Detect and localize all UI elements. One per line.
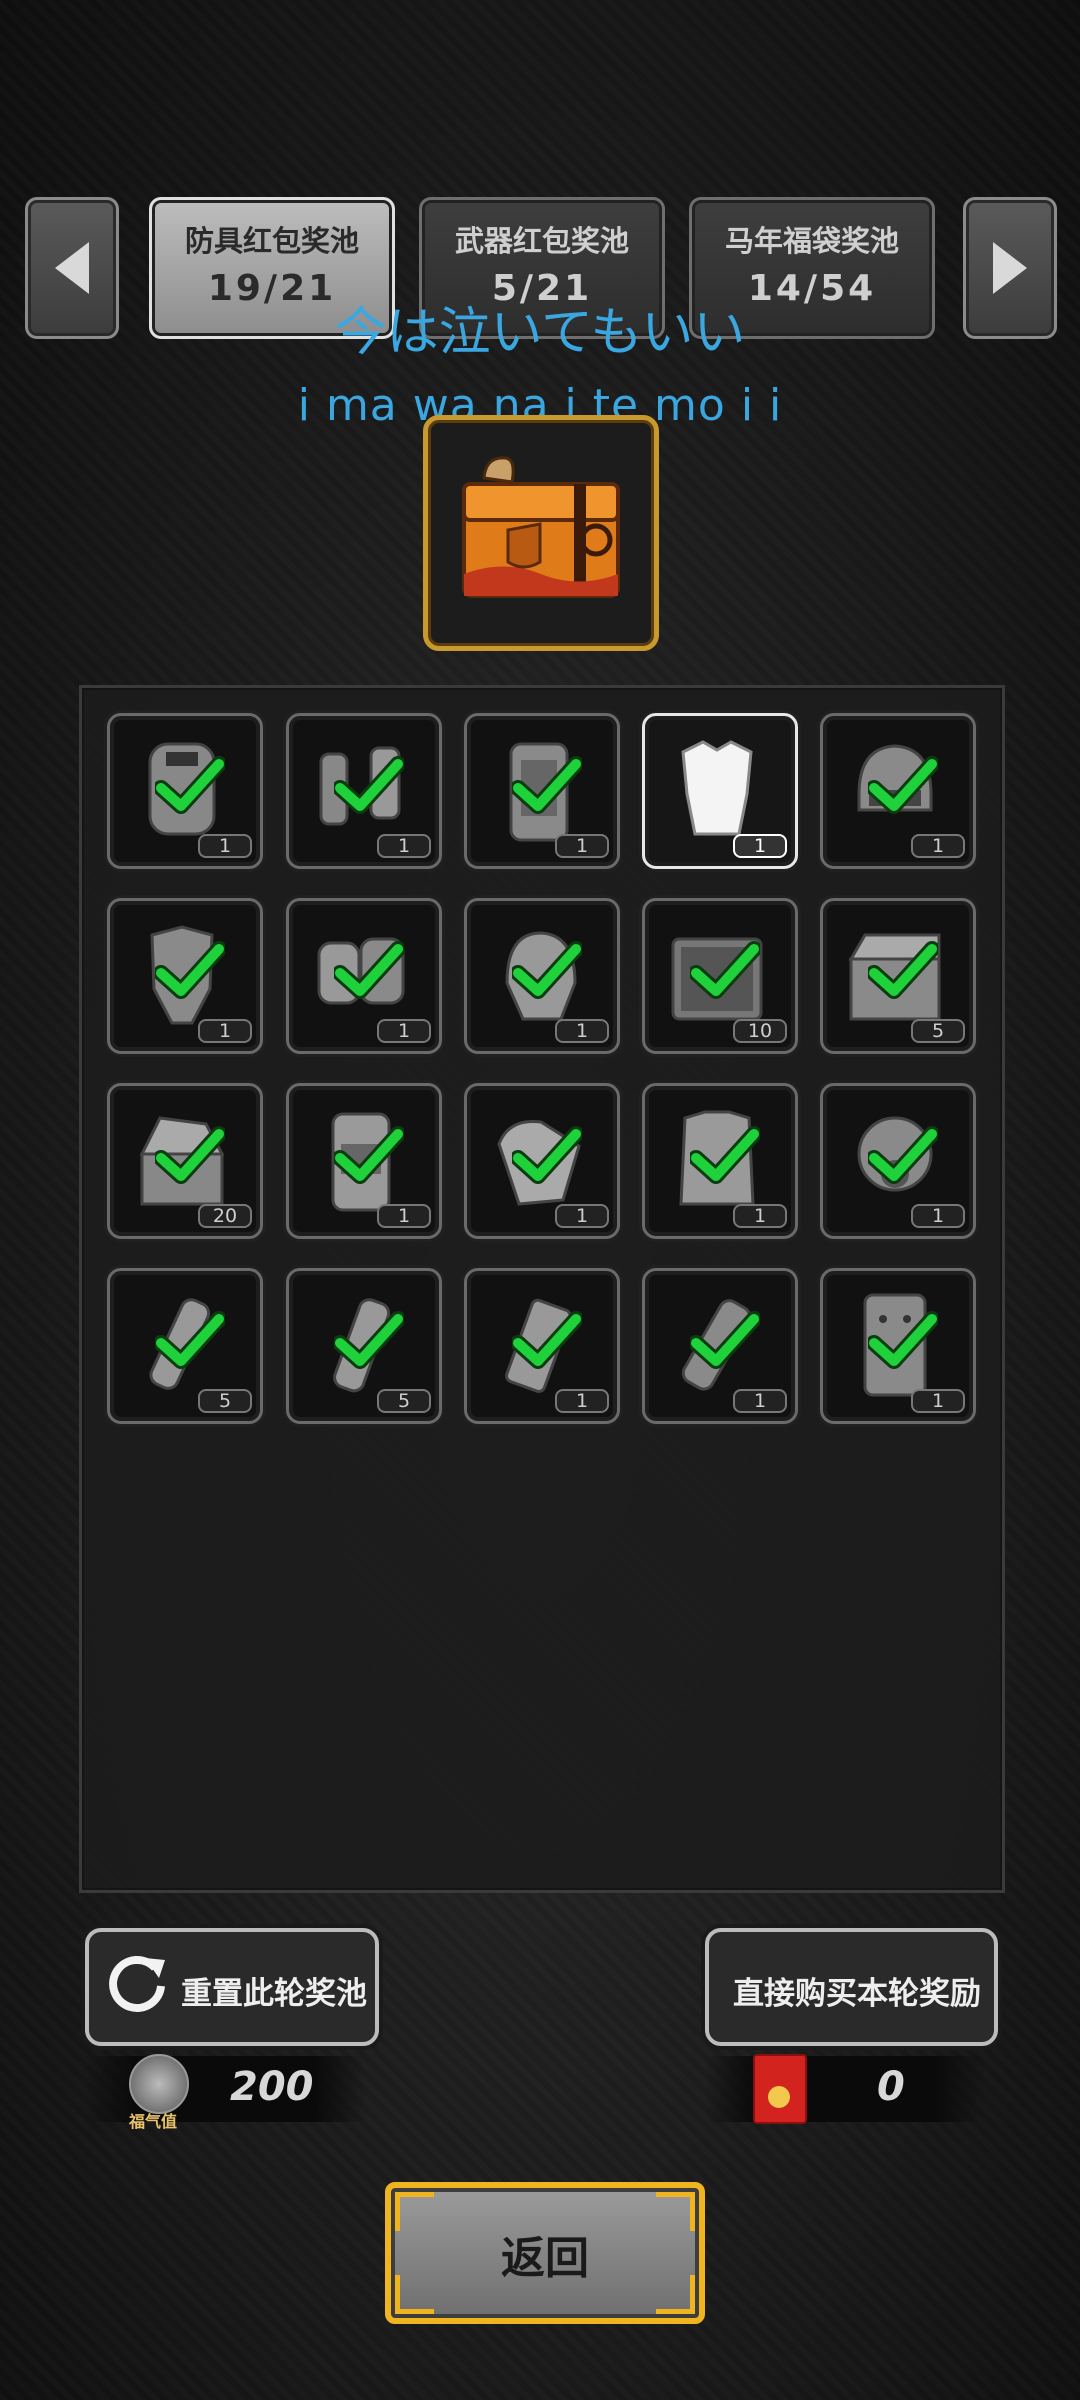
check-mark-icon	[334, 1311, 404, 1369]
reward-slot[interactable]: 1	[107, 713, 263, 869]
luck-coin-icon	[129, 2054, 189, 2114]
item-count: 10	[733, 1019, 787, 1043]
item-count: 1	[911, 1204, 965, 1228]
item-count: 5	[198, 1389, 252, 1413]
check-mark-icon	[512, 941, 582, 999]
body-armor-icon	[681, 740, 753, 836]
check-mark-icon	[334, 756, 404, 814]
item-count: 5	[911, 1019, 965, 1043]
item-count: 1	[377, 1204, 431, 1228]
check-mark-icon	[512, 1126, 582, 1184]
reset-pool-button[interactable]: 重置此轮奖池	[85, 1928, 379, 2046]
reward-slot[interactable]: 1	[642, 1268, 798, 1424]
reward-slot[interactable]: 1	[107, 898, 263, 1054]
treasure-chest-icon	[462, 456, 620, 598]
check-mark-icon	[155, 1126, 225, 1184]
item-count: 1	[555, 834, 609, 858]
item-count: 1	[911, 834, 965, 858]
reward-slot[interactable]: 1	[286, 1083, 442, 1239]
back-button[interactable]: 返回	[385, 2182, 705, 2324]
check-mark-icon	[512, 756, 582, 814]
check-mark-icon	[512, 1311, 582, 1369]
check-mark-icon	[868, 941, 938, 999]
item-count: 1	[198, 1019, 252, 1043]
check-mark-icon	[334, 941, 404, 999]
left-arrow-icon	[55, 242, 89, 294]
item-count: 1	[911, 1389, 965, 1413]
check-mark-icon	[868, 756, 938, 814]
item-count: 1	[198, 834, 252, 858]
reward-slot[interactable]: 1	[820, 1083, 976, 1239]
check-mark-icon	[868, 1126, 938, 1184]
right-arrow-icon	[993, 242, 1027, 294]
item-count: 1	[555, 1019, 609, 1043]
reward-slot[interactable]: 20	[107, 1083, 263, 1239]
check-mark-icon	[334, 1126, 404, 1184]
check-mark-icon	[690, 1311, 760, 1369]
buy-label: 直接购买本轮奖励	[733, 1976, 981, 2012]
item-count: 1	[555, 1204, 609, 1228]
envelope-value: 0	[877, 2064, 905, 2110]
tab-title: 武器红包奖池	[454, 224, 629, 258]
check-mark-icon	[155, 756, 225, 814]
reward-slot[interactable]: 1	[820, 713, 976, 869]
check-mark-icon	[155, 941, 225, 999]
tab-title: 防具红包奖池	[184, 224, 359, 258]
item-count: 1	[733, 1389, 787, 1413]
item-count: 1	[555, 1389, 609, 1413]
item-count: 1	[377, 834, 431, 858]
check-mark-icon	[868, 1311, 938, 1369]
item-count: 20	[198, 1204, 252, 1228]
reward-slot[interactable]: 1	[464, 713, 620, 869]
check-mark-icon	[690, 941, 760, 999]
tab-title: 马年福袋奖池	[724, 224, 899, 258]
reward-slot[interactable]: 1	[820, 1268, 976, 1424]
buy-reward-button[interactable]: 直接购买本轮奖励	[705, 1928, 998, 2046]
check-mark-icon	[155, 1311, 225, 1369]
reward-slot[interactable]: 1	[642, 713, 798, 869]
reward-slot[interactable]: 1	[642, 1083, 798, 1239]
red-envelope-icon	[753, 2054, 807, 2124]
reward-slot[interactable]: 5	[820, 898, 976, 1054]
luck-value: 200	[230, 2064, 314, 2110]
reward-chest	[423, 415, 659, 651]
lyric-line-1: 今は泣いてもいい	[334, 303, 746, 363]
item-count: 1	[733, 834, 787, 858]
envelope-stat: 0	[705, 2054, 985, 2124]
back-label: 返回	[501, 2233, 589, 2284]
item-count: 5	[377, 1389, 431, 1413]
reward-slot[interactable]: 1	[464, 1268, 620, 1424]
check-mark-icon	[690, 1126, 760, 1184]
luck-label: 福气值	[129, 2112, 178, 2131]
reward-slot[interactable]: 5	[286, 1268, 442, 1424]
reward-slot[interactable]: 10	[642, 898, 798, 1054]
item-count: 1	[377, 1019, 431, 1043]
reward-slot[interactable]: 1	[286, 898, 442, 1054]
reward-slot[interactable]: 1	[286, 713, 442, 869]
luck-stat: 福气值 200	[85, 2054, 365, 2131]
reward-slot[interactable]: 1	[464, 898, 620, 1054]
reward-slot[interactable]: 1	[464, 1083, 620, 1239]
item-count: 1	[733, 1204, 787, 1228]
reward-slot[interactable]: 5	[107, 1268, 263, 1424]
refresh-icon	[109, 1955, 165, 2012]
reset-label: 重置此轮奖池	[181, 1976, 367, 2012]
